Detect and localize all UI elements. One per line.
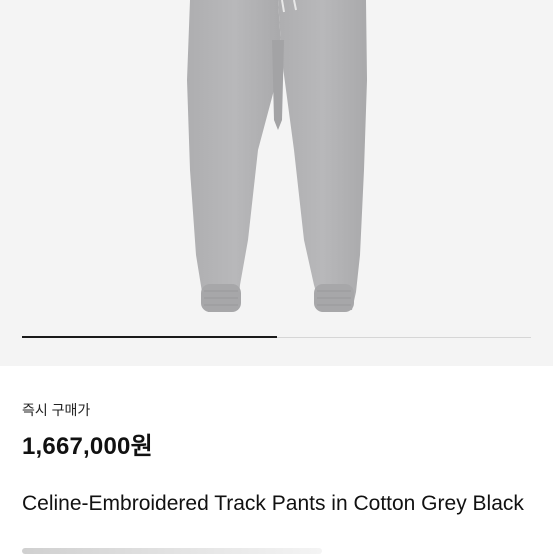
grey-track-pants-image: [187, 0, 367, 312]
product-image-carousel[interactable]: [0, 0, 553, 366]
carousel-progress-bar: [22, 336, 277, 338]
price-value: 1,667,000원: [22, 433, 153, 460]
purchase-type-label: 즉시 구매가: [22, 402, 91, 418]
product-title[interactable]: Celine-Embroidered Track Pants in Cotton…: [22, 490, 542, 518]
carousel-progress-track: [22, 336, 531, 338]
faded-subtitle-line: [22, 548, 322, 554]
